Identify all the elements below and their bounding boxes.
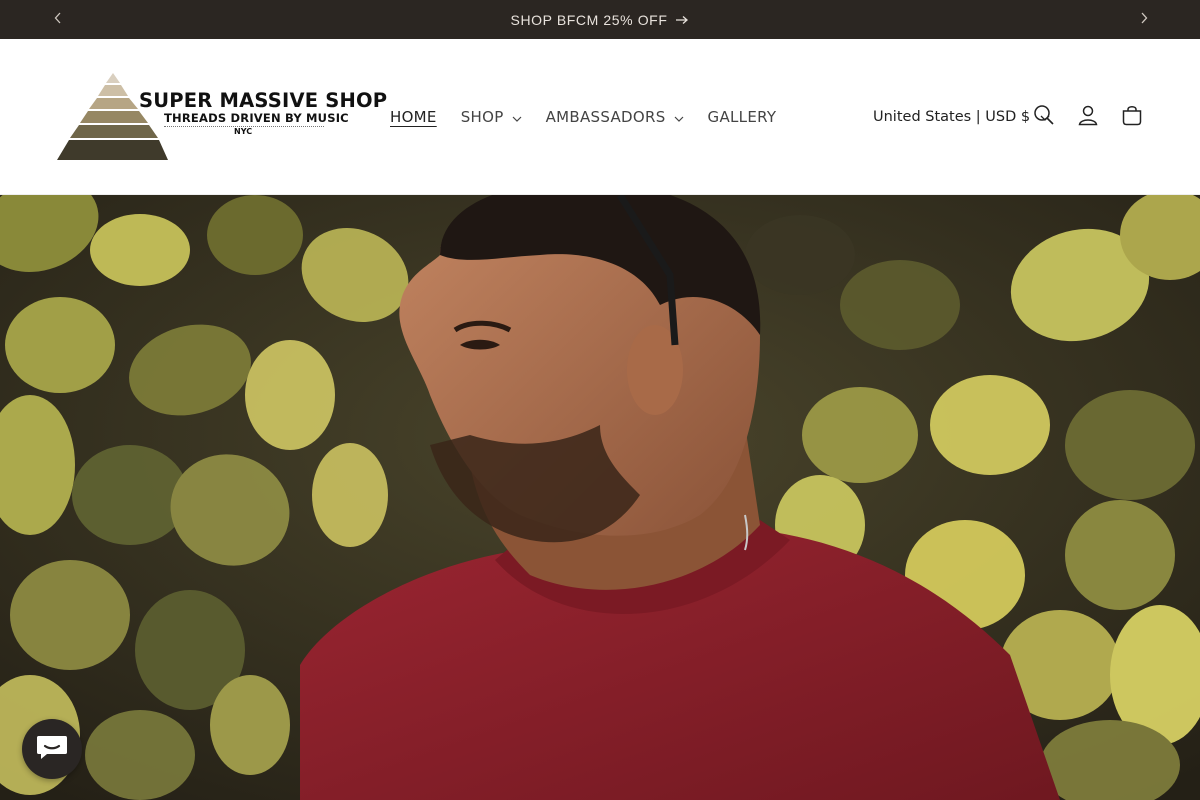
- nav-gallery[interactable]: GALLERY: [708, 108, 777, 126]
- main-nav: HOME SHOP AMBASSADORS GALLERY: [390, 39, 800, 195]
- chevron-right-icon: [1140, 11, 1148, 29]
- announcement-link[interactable]: SHOP BFCM 25% OFF: [0, 0, 1200, 39]
- country-currency-label: United States | USD $: [873, 109, 1031, 125]
- chevron-down-icon: [674, 108, 684, 126]
- nav-home[interactable]: HOME: [390, 108, 437, 126]
- site-logo[interactable]: SUPER MASSIVE SHOP THREADS DRIVEN BY MUS…: [56, 71, 387, 163]
- chevron-down-icon: [512, 108, 522, 126]
- announcement-bar: SHOP BFCM 25% OFF: [0, 0, 1200, 39]
- nav-gallery-label: GALLERY: [707, 108, 777, 126]
- search-button[interactable]: [1028, 101, 1060, 133]
- account-button[interactable]: [1072, 101, 1104, 133]
- arrow-right-icon: [675, 12, 689, 28]
- hero-image: [0, 195, 1200, 800]
- nav-shop-label: SHOP: [460, 108, 504, 126]
- hero-banner[interactable]: [0, 195, 1200, 800]
- nav-home-label: HOME: [390, 108, 437, 126]
- chat-icon: [35, 732, 69, 767]
- announcement-text: SHOP BFCM 25% OFF: [510, 11, 668, 28]
- announcement-next-button[interactable]: [1124, 0, 1164, 39]
- nav-ambassadors-label: AMBASSADORS: [545, 108, 666, 126]
- chat-button[interactable]: [22, 719, 82, 779]
- cart-icon: [1121, 104, 1143, 131]
- account-icon: [1077, 104, 1099, 131]
- logo-tagline-text: THREADS DRIVEN BY MUSIC: [164, 111, 349, 125]
- cart-button[interactable]: [1116, 101, 1148, 133]
- site-header: SUPER MASSIVE SHOP THREADS DRIVEN BY MUS…: [0, 39, 1200, 195]
- search-icon: [1033, 104, 1055, 131]
- country-currency-selector[interactable]: United States | USD $: [873, 102, 1050, 132]
- logo-city-text: NYC: [234, 127, 253, 136]
- nav-shop[interactable]: SHOP: [461, 108, 522, 126]
- logo-brand-text: SUPER MASSIVE SHOP: [139, 89, 388, 112]
- nav-ambassadors[interactable]: AMBASSADORS: [546, 108, 684, 126]
